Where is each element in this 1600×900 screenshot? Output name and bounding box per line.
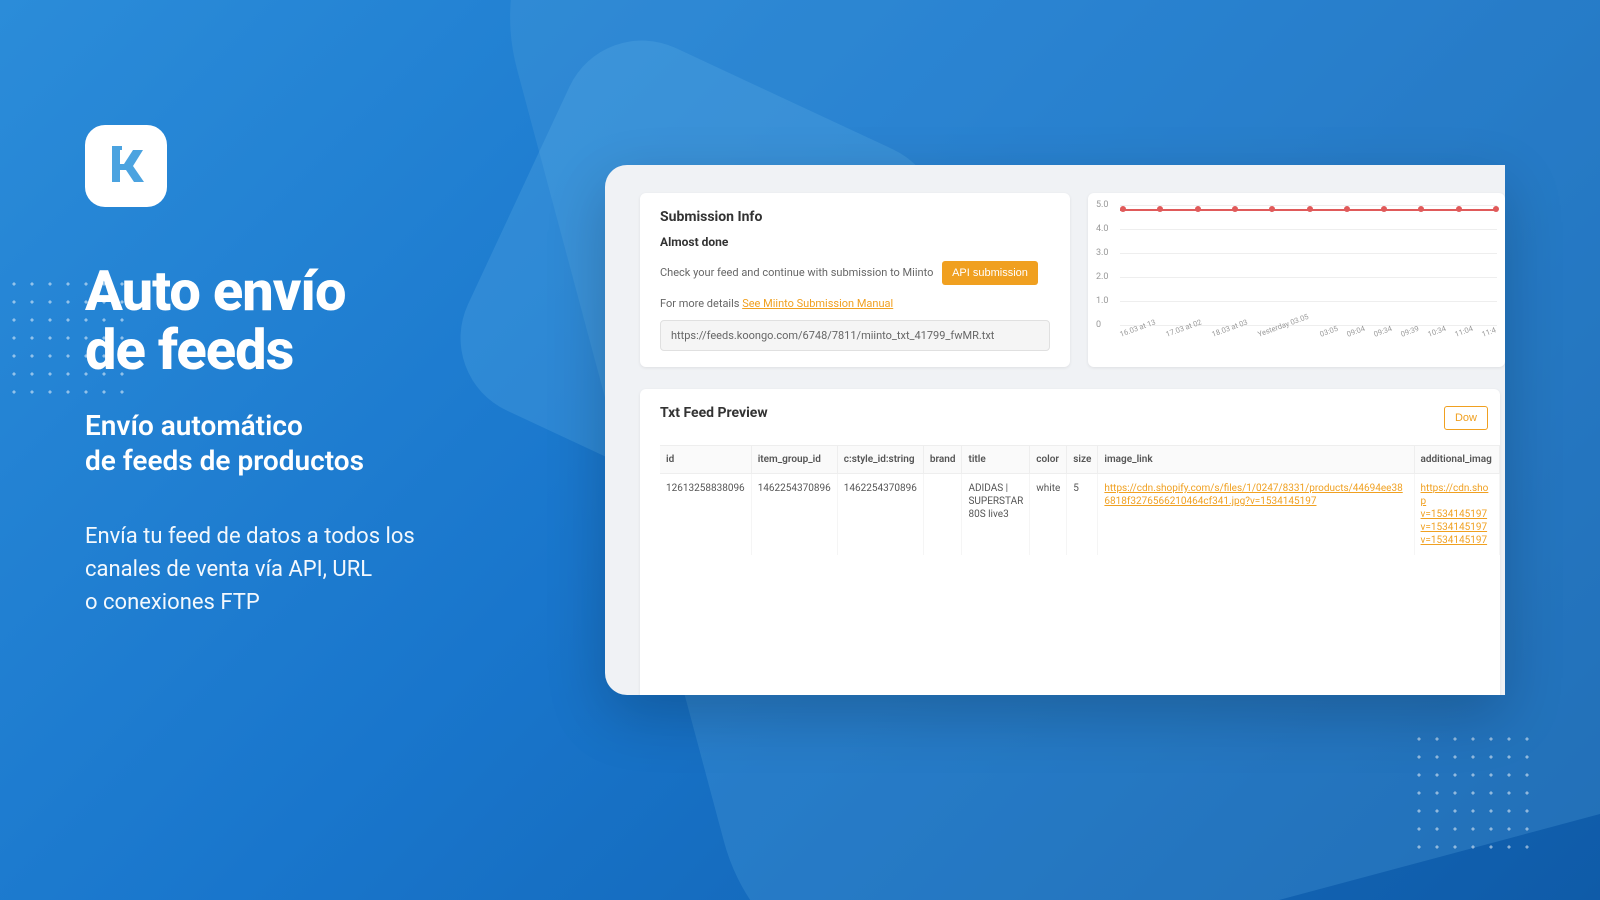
cell-link[interactable]: https://cdn.shop [1421,483,1489,507]
app-panel: Submission Info Almost done Check your f… [605,165,1505,695]
column-header: size [1067,446,1098,474]
chart-xlabels: 16.03 at 1317.03 at 0218.03 at 03Yesterd… [1120,330,1497,339]
cell-link[interactable]: v=1534145197 [1421,509,1488,520]
chart-xlabel: 17.03 at 02 [1164,317,1202,338]
chart-datapoint [1269,206,1275,212]
chart-datapoint [1232,206,1238,212]
chart-xlabel: 09:04 [1345,324,1366,339]
manual-link[interactable]: See Miinto Submission Manual [742,297,893,310]
hero-section: Auto envío de feeds Envío automático de … [85,125,545,619]
feed-url-field[interactable] [660,320,1050,351]
chart-datapoint [1120,206,1126,212]
chart-xlabel: 11:04 [1454,324,1475,339]
cell-link[interactable]: v=1534145197 [1421,522,1488,533]
chart-gridline [1120,229,1497,230]
chart-datapoint [1418,206,1424,212]
subheadline: Envío automático de feeds de productos [85,408,545,478]
chart-datapoint [1307,206,1313,212]
submission-status: Almost done [660,235,1050,249]
table-cell: ADIDAS |SUPERSTAR 80S live3 [962,474,1030,556]
table-cell: 1462254370896 [751,474,837,556]
table-cell: 12613258838096 [660,474,751,556]
column-header: brand [923,446,962,474]
chart-datapoint [1381,206,1387,212]
line-chart: 5.04.03.02.01.0016.03 at 1317.03 at 0218… [1096,205,1497,325]
chart-ylabel: 0 [1096,320,1101,330]
table-cell: white [1030,474,1067,556]
feed-preview-card: Txt Feed Preview Dow iditem_group_idc:st… [640,389,1500,695]
dot-pattern [1410,730,1530,850]
table-cell: 5 [1067,474,1098,556]
brand-logo [85,125,167,207]
chart-xlabel: 16.03 at 13 [1118,317,1156,338]
chart-xlabel: 11:4 [1481,325,1498,338]
body-text: Envía tu feed de datos a todos los canal… [85,520,545,619]
feed-table: iditem_group_idc:style_id:stringbrandtit… [660,445,1500,695]
column-header: additional_imag [1414,446,1499,474]
chart-gridline [1120,253,1497,254]
chart-datapoint [1195,206,1201,212]
chart-datapoint [1493,206,1499,212]
column-header: color [1030,446,1067,474]
column-header: item_group_id [751,446,837,474]
column-header: c:style_id:string [837,446,923,474]
submission-card: Submission Info Almost done Check your f… [640,193,1070,367]
column-header: image_link [1098,446,1414,474]
submission-title: Submission Info [660,209,1050,225]
chart-datapoint [1456,206,1462,212]
chart-card: 5.04.03.02.01.0016.03 at 1317.03 at 0218… [1088,193,1505,367]
chart-ylabel: 4.0 [1096,224,1109,234]
chart-xlabel: 09:34 [1372,324,1393,339]
headline: Auto envío de feeds [85,262,545,380]
preview-title: Txt Feed Preview [660,405,768,421]
table-cell: https://cdn.shopify.com/s/files/1/0247/8… [1098,474,1414,556]
chart-xlabel: 18.03 at 03 [1210,317,1248,338]
chart-xlabel: 03:05 [1318,324,1339,339]
column-header: title [962,446,1030,474]
chart-ylabel: 5.0 [1096,200,1109,210]
chart-ylabel: 3.0 [1096,248,1109,258]
chart-xlabel: 10:34 [1427,324,1448,339]
chart-xlabel: 09:39 [1400,324,1421,339]
api-submission-button[interactable]: API submission [942,261,1038,285]
chart-gridline [1120,301,1497,302]
table-cell: https://cdn.shop v=1534145197 v=1534145197… [1414,474,1499,556]
chart-gridline [1120,277,1497,278]
column-header: id [660,446,751,474]
submission-instruction: Check your feed and continue with submis… [660,261,1050,285]
table-row: 1261325883809614622543708961462254370896… [660,474,1500,556]
table-cell: 1462254370896 [837,474,923,556]
chart-datapoint [1344,206,1350,212]
cell-link[interactable]: https://cdn.shopify.com/s/files/1/0247/8… [1104,483,1402,507]
table-cell [923,474,962,556]
download-button[interactable]: Dow [1444,406,1488,430]
chart-ylabel: 1.0 [1096,296,1109,306]
chart-datapoint [1157,206,1163,212]
logo-icon [102,142,150,190]
cell-link[interactable]: v=1534145197 [1421,535,1488,546]
chart-ylabel: 2.0 [1096,272,1109,282]
submission-details: For more details See Miinto Submission M… [660,297,1050,310]
